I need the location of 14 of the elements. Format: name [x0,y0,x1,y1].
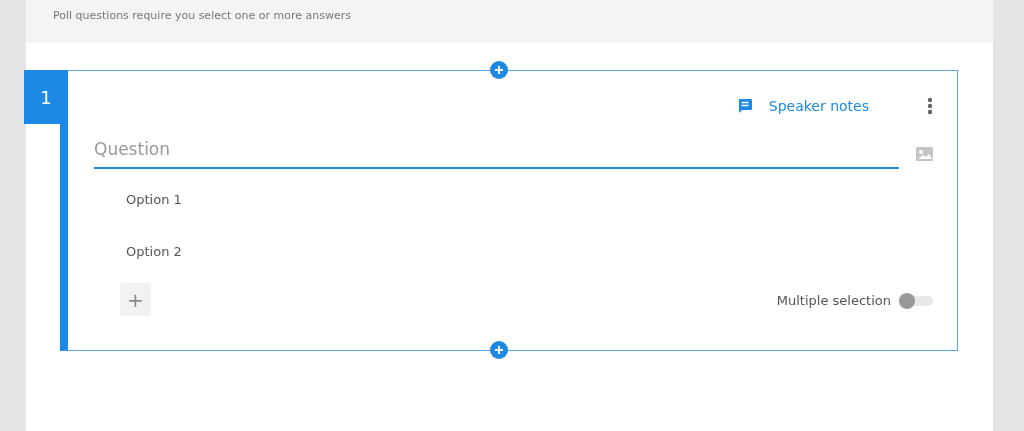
option-label[interactable]: Option 1 [126,173,933,225]
add-question-button[interactable] [490,341,508,359]
multiple-selection-label: Multiple selection [776,293,891,308]
more-options-icon[interactable] [927,97,933,115]
option-label[interactable]: Option 2 [126,225,933,277]
speaker-notes-button[interactable]: Speaker notes [736,98,869,114]
question-field[interactable]: Question [94,139,899,169]
comment-icon [736,98,753,114]
question-number: 1 [24,70,68,124]
hint-text: Poll questions require you select one or more answers [53,9,351,22]
plus-icon [495,346,503,354]
add-question-button[interactable] [490,61,508,79]
multiple-selection-switch[interactable] [899,295,933,306]
plus-icon [495,66,503,74]
